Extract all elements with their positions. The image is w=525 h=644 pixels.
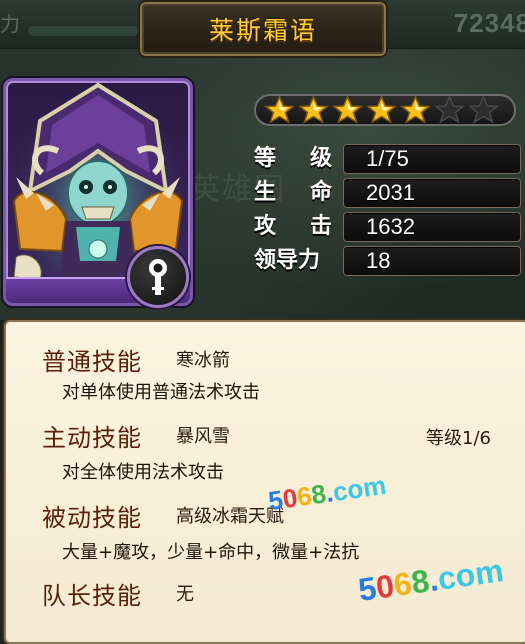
attack-value: 1632 xyxy=(366,214,415,239)
active-skill-name[interactable]: 暴风雪 xyxy=(176,422,230,448)
leadership-value: 18 xyxy=(366,248,391,273)
gold-star-icon xyxy=(400,95,431,124)
stat-label: 生命 xyxy=(254,178,338,208)
stat-label-char: 击 xyxy=(309,214,332,239)
stat-label-char: 级 xyxy=(309,146,332,171)
score-display: 72348 xyxy=(453,8,525,38)
star-rating xyxy=(254,94,516,126)
passive-skill-label: 被动技能 xyxy=(42,504,142,532)
normal-skill-desc: 对单体使用普通法术攻击 xyxy=(62,382,260,403)
leader-skill-label: 队长技能 xyxy=(42,582,142,610)
staff-icon xyxy=(149,259,167,295)
passive-skill-name[interactable]: 高级冰霜天赋 xyxy=(176,502,284,528)
active-skill-label: 主动技能 xyxy=(42,424,142,452)
hp-value: 2031 xyxy=(366,180,415,205)
hero-name-plate: 莱斯霜语 xyxy=(140,2,386,56)
stat-value-box: 1632 xyxy=(343,212,521,242)
stat-value-box: 2031 xyxy=(343,178,521,208)
stat-label-char: 命 xyxy=(309,180,332,205)
top-bar-gauge xyxy=(28,26,138,36)
stat-label-char: 攻 xyxy=(254,214,277,239)
passive-skill-desc: 大量+魔攻，少量+命中，微量+法抗 xyxy=(62,542,360,563)
gold-star-icon xyxy=(298,95,329,124)
stat-label: 攻击 xyxy=(254,212,338,242)
active-skill-level: 等级1/6 xyxy=(426,428,491,449)
stat-label-char: 生 xyxy=(254,180,277,205)
hero-type-badge xyxy=(127,246,189,308)
stat-label-char: 等 xyxy=(254,146,277,171)
dark-star-icon xyxy=(434,95,465,124)
normal-skill-label: 普通技能 xyxy=(42,348,142,376)
gold-star-icon xyxy=(366,95,397,124)
stat-label: 等级 xyxy=(254,144,338,174)
stat-label: 领导力 xyxy=(254,248,321,273)
normal-skill-name[interactable]: 寒冰箭 xyxy=(176,346,230,372)
active-skill-desc: 对全体使用法术攻击 xyxy=(62,462,224,483)
stat-value-box: 1/75 xyxy=(343,144,521,174)
level-value: 1/75 xyxy=(366,146,409,171)
dark-star-icon xyxy=(468,95,499,124)
gold-star-icon xyxy=(264,95,295,124)
top-left-text: 力 xyxy=(0,12,20,36)
hero-name: 莱斯霜语 xyxy=(208,16,317,45)
gold-star-icon xyxy=(332,95,363,124)
leader-skill-name: 无 xyxy=(176,584,194,605)
stat-value-box: 18 xyxy=(343,246,521,276)
